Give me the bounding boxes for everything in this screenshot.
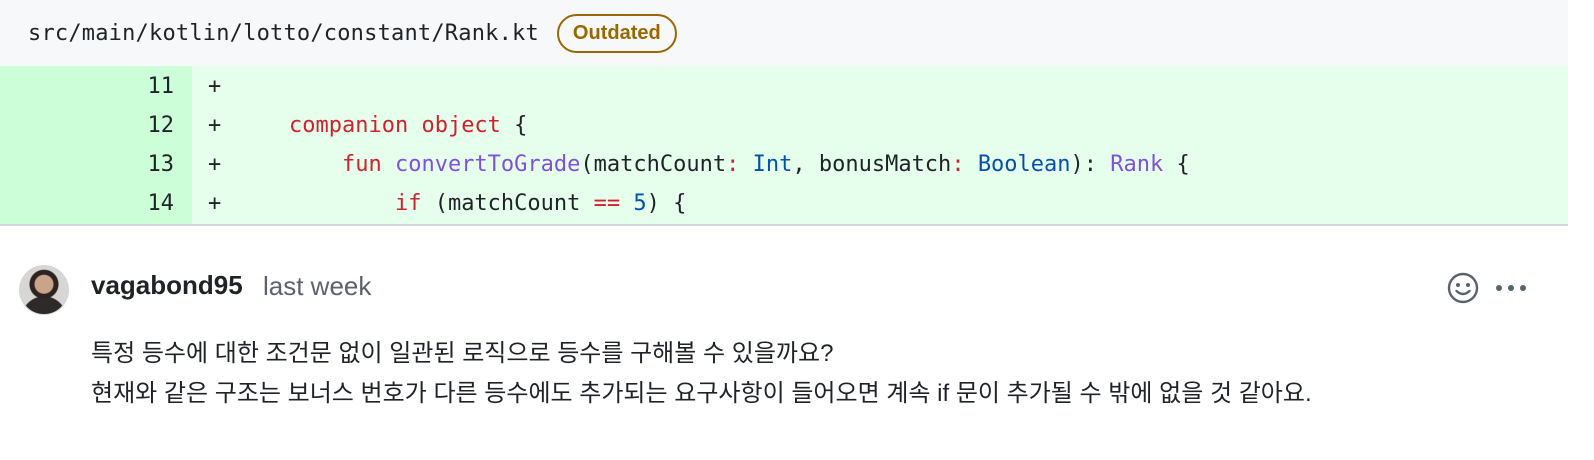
code-keyword: if [394, 191, 422, 216]
comment-body-line: 특정 등수에 대한 조건문 없이 일관된 로직으로 등수를 구해볼 수 있을까요… [91, 340, 834, 367]
code-text: , bonusMatch [792, 152, 952, 177]
outdated-badge: Outdated [556, 13, 677, 53]
code-punct: : [726, 152, 740, 177]
diff-line: 12 + companion object { [0, 106, 1568, 145]
code-punct: : [951, 152, 965, 177]
code-text: ): [1070, 152, 1111, 177]
code-keyword: object [421, 113, 501, 138]
code-keyword: companion [288, 113, 409, 138]
code-text: (matchCount [421, 191, 594, 216]
code-text: { [500, 113, 528, 138]
diff-added-marker: + [208, 74, 222, 99]
code-return-type: Rank [1110, 152, 1164, 177]
code-content: fun convertToGrade(matchCount: Int, bonu… [236, 145, 1190, 184]
code-type: Int [752, 152, 793, 177]
diff-hunk: 11 + 12 + companion object { 13 + fun co… [0, 66, 1568, 226]
code-content: companion object { [236, 106, 527, 145]
diff-added-marker: + [208, 191, 222, 216]
line-number[interactable]: 14 [0, 184, 175, 223]
avatar[interactable] [19, 265, 69, 315]
code-keyword: fun [341, 152, 382, 177]
diff-added-marker: + [208, 113, 222, 138]
line-number[interactable]: 13 [0, 145, 175, 184]
code-text: (matchCount [580, 152, 727, 177]
smiley-icon[interactable] [1447, 272, 1479, 304]
comment-timestamp[interactable]: last week [263, 271, 371, 302]
code-text: ) { [646, 191, 687, 216]
code-text: { [1163, 152, 1190, 177]
diff-line: 14 + if (matchCount == 5) { [0, 184, 1568, 223]
code-type: Boolean [977, 152, 1071, 177]
comment-body-line: 현재와 같은 구조는 보너스 번호가 다른 등수에도 추가되는 요구사항이 들어… [91, 380, 1312, 407]
code-content: if (matchCount == 5) { [236, 184, 686, 223]
code-operator: == [593, 191, 621, 216]
diff-line: 11 + [0, 67, 1568, 106]
code-function-name: convertToGrade [394, 152, 581, 177]
line-number[interactable]: 11 [0, 67, 175, 106]
code-number: 5 [633, 191, 647, 216]
review-comment: vagabond95 last week 특정 등수에 대한 조건문 없이 일관… [0, 226, 1568, 460]
line-number[interactable]: 12 [0, 106, 175, 145]
file-header: src/main/kotlin/lotto/constant/Rank.kt O… [0, 0, 1568, 66]
diff-added-marker: + [208, 152, 222, 177]
file-path-link[interactable]: src/main/kotlin/lotto/constant/Rank.kt [28, 21, 539, 46]
comment-author[interactable]: vagabond95 [91, 270, 243, 301]
kebab-horizontal-icon[interactable] [1494, 280, 1528, 296]
diff-line: 13 + fun convertToGrade(matchCount: Int,… [0, 145, 1568, 184]
